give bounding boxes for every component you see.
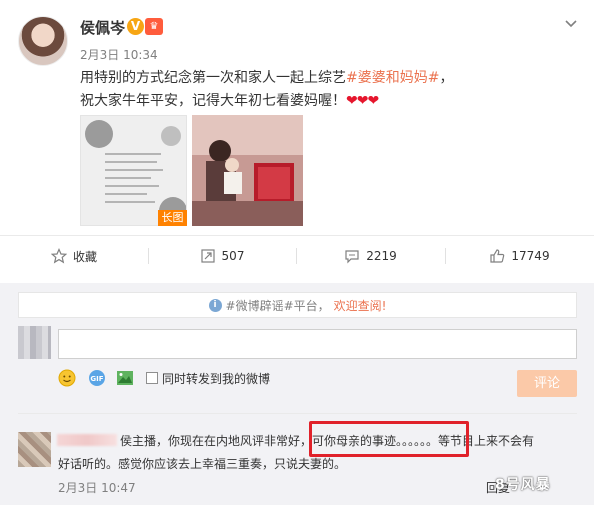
- submit-comment-button[interactable]: 评论: [517, 370, 577, 397]
- like-button[interactable]: 17749: [445, 246, 594, 266]
- rumor-notice[interactable]: i #微博辟谣#平台， 欢迎查阅!: [18, 292, 577, 318]
- sync-repost-checkbox[interactable]: [146, 372, 158, 384]
- repost-count: 507: [221, 249, 245, 263]
- repost-button[interactable]: 507: [148, 246, 296, 266]
- post-time[interactable]: 2月3日 10:34: [80, 46, 158, 63]
- thumbs-up-icon: [490, 249, 505, 263]
- watermark: 8号风暴: [495, 477, 551, 493]
- comment-input[interactable]: [58, 329, 577, 359]
- post-image-photo[interactable]: [192, 115, 303, 226]
- highlight-box: [309, 421, 469, 457]
- info-icon: i: [208, 298, 222, 312]
- my-avatar: [18, 326, 51, 359]
- notice-link[interactable]: 欢迎查阅!: [334, 297, 387, 314]
- favorite-label: 收藏: [72, 249, 97, 264]
- commenter-name[interactable]: [57, 434, 117, 446]
- favorite-button[interactable]: 收藏: [0, 246, 148, 266]
- comment-time: 2月3日 10:47: [58, 481, 136, 495]
- divider: [18, 413, 577, 414]
- post-text-line1: 用特别的方式纪念第一次和家人一起上综艺: [80, 70, 346, 86]
- comment-icon: [345, 250, 359, 264]
- chevron-down-icon[interactable]: [562, 14, 580, 32]
- verified-icon: V: [127, 18, 144, 35]
- like-count: 17749: [511, 249, 550, 263]
- notice-text: #微博辟谣#平台，: [225, 298, 330, 313]
- comment-count: 2219: [366, 249, 397, 263]
- comment-button[interactable]: 2219: [296, 246, 445, 266]
- emoji-icon[interactable]: [58, 369, 76, 387]
- topic-link[interactable]: #婆婆和妈妈#: [346, 70, 439, 86]
- post-text: 用特别的方式纪念第一次和家人一起上综艺#婆婆和妈妈#， 祝大家牛年平安，记得大年…: [80, 67, 570, 113]
- long-image-badge: 长图: [158, 210, 187, 226]
- post-text-line2: 祝大家牛年平安，记得大年初七看婆妈喔！: [80, 93, 346, 109]
- post-text-punct: ，: [439, 70, 454, 86]
- image-icon[interactable]: [116, 369, 134, 387]
- sync-repost-label[interactable]: 同时转发到我的微博: [162, 370, 270, 387]
- commenter-avatar[interactable]: [18, 432, 51, 467]
- user-name[interactable]: 侯佩岑: [80, 17, 125, 38]
- repost-icon: [200, 249, 215, 263]
- star-icon: [50, 248, 67, 264]
- crown-icon: ♛: [145, 18, 163, 35]
- hearts-emoji: ❤❤❤: [346, 93, 379, 109]
- svg-text:GIF: GIF: [90, 375, 103, 383]
- comment-text-line2: 好话听的。感觉你应该去上幸福三重奏，只说夫妻的。: [58, 457, 347, 471]
- divider: [0, 235, 594, 236]
- user-avatar[interactable]: [18, 16, 68, 66]
- gif-icon[interactable]: GIF: [88, 369, 106, 387]
